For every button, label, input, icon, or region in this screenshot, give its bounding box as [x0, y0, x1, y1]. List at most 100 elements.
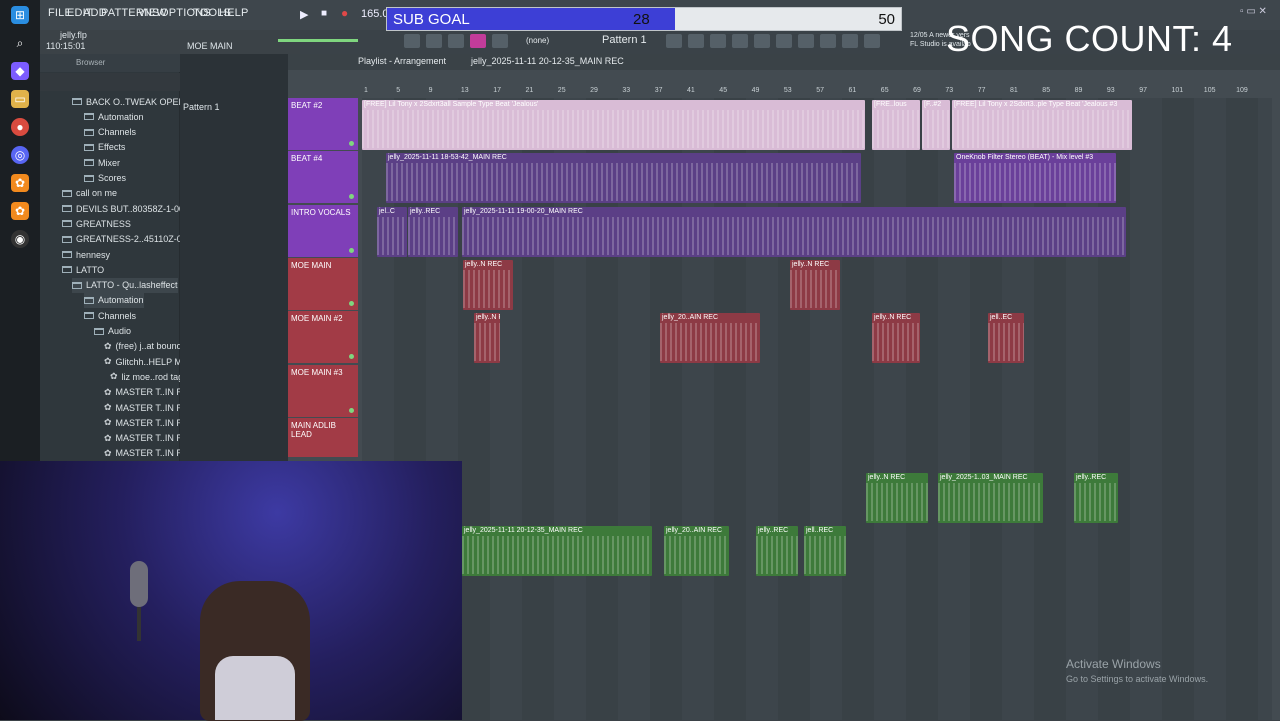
browser-item-label: Scores	[98, 173, 127, 183]
toolbar-button[interactable]	[666, 34, 682, 48]
master-volume-slider[interactable]	[278, 39, 358, 42]
audio-clip[interactable]: [FRE..lous	[872, 100, 920, 150]
toolbar-button[interactable]	[820, 34, 836, 48]
ruler-bar-number: 17	[493, 87, 501, 94]
toolbar-button[interactable]	[426, 34, 442, 48]
track-header[interactable]: BEAT #4	[288, 151, 358, 204]
audio-clip[interactable]: jelly_2025-1..03_MAIN REC	[938, 473, 1043, 524]
track-led-icon[interactable]	[349, 354, 354, 360]
audio-clip[interactable]: [F..#2	[922, 100, 950, 150]
track-led-icon[interactable]	[349, 194, 354, 200]
browser-item[interactable]: Automation	[84, 109, 144, 124]
record-button[interactable]: ●	[341, 6, 348, 20]
discord-icon[interactable]: ◎	[11, 146, 29, 164]
window-controls[interactable]: ▫ ▭ ✕	[1240, 6, 1267, 17]
audio-clip[interactable]: [FREE] Lil Tony x 2Sdxrt3all Sample Type…	[362, 100, 865, 150]
stop-button[interactable]: ■	[321, 8, 327, 19]
obs-icon[interactable]: ◉	[11, 230, 29, 248]
browser-item[interactable]: ✿ liz moe..rod tag	[110, 369, 183, 384]
audio-clip[interactable]: jelly_2025-11-11 19-00-20_MAIN REC	[462, 206, 1126, 257]
track-led-icon[interactable]	[349, 141, 354, 146]
browser-item[interactable]: GREATNESS-2..45110Z-001	[62, 232, 192, 247]
track-header[interactable]: MOE MAIN #2	[288, 311, 358, 364]
pattern-item[interactable]: Pattern 1	[183, 102, 220, 112]
toolbar-button[interactable]	[732, 34, 748, 48]
browser-item[interactable]: LATTO - Qu..lasheffect	[72, 277, 178, 293]
audio-clip[interactable]: jelly..N REC	[866, 473, 928, 524]
toolbar-button[interactable]	[864, 34, 880, 48]
browser-item[interactable]: DEVILS BUT..80358Z-1-001	[62, 201, 189, 216]
audio-clip[interactable]: jelly_2025-11-11 18-53-42_MAIN REC	[386, 153, 861, 204]
browser-item[interactable]: Channels	[84, 125, 136, 140]
audio-clip[interactable]: jel..C	[377, 206, 407, 257]
browser-item[interactable]: call on me	[62, 186, 117, 201]
track-header[interactable]: MOE MAIN	[288, 257, 358, 310]
audio-clip[interactable]: OneKnob Filter Stereo (BEAT) - Mix level…	[954, 153, 1116, 204]
ruler-bar-number: 53	[783, 87, 792, 94]
fl-studio-active-icon[interactable]: ✿	[11, 202, 29, 220]
browser-item[interactable]: Audio	[94, 324, 131, 339]
browser-item[interactable]: ✿ Glitchh..HELP ME	[104, 354, 188, 369]
audio-clip[interactable]: jell..EC	[988, 313, 1024, 364]
toolbar-button[interactable]	[492, 34, 508, 48]
audio-clip[interactable]: jelly..REC	[408, 206, 458, 257]
search-icon[interactable]: ⌕	[11, 34, 29, 52]
audio-clip[interactable]: jell..REC	[804, 526, 846, 577]
toolbar-button[interactable]	[842, 34, 858, 48]
waveform	[377, 216, 407, 255]
toolbar-button[interactable]	[470, 34, 486, 48]
audio-clip[interactable]: [FREE] Lil Tony x 2Sdxrt3..ple Type Beat…	[952, 100, 1132, 150]
windows-start-icon[interactable]: ⊞	[11, 6, 29, 24]
browser-item[interactable]: Mixer	[84, 155, 120, 170]
track-led-icon[interactable]	[349, 300, 354, 306]
track-header[interactable]: MOE MAIN #3	[288, 364, 358, 417]
browser-item[interactable]: Scores	[84, 171, 126, 186]
toolbar-button[interactable]	[798, 34, 814, 48]
folder-icon	[84, 159, 94, 167]
clip-title: jelly..N REC	[465, 260, 503, 268]
audio-clip[interactable]: jelly..REC	[1074, 473, 1118, 524]
microphone	[120, 561, 160, 641]
snap-select[interactable]: (none)	[526, 36, 549, 45]
tempo-display[interactable]: 165.0	[361, 8, 389, 20]
track-header[interactable]: MAIN ADLIB LEAD	[288, 417, 358, 457]
audio-clip[interactable]: jelly_20..AIN REC	[660, 313, 760, 364]
toolbar-button[interactable]	[710, 34, 726, 48]
audio-clip[interactable]: jelly_20..AIN REC	[664, 526, 729, 577]
copilot-icon[interactable]: ◆	[11, 62, 29, 80]
audio-clip[interactable]: jelly..N REC	[790, 259, 840, 310]
fl-studio-icon[interactable]: ✿	[11, 174, 29, 192]
playlist-breadcrumb: jelly_2025-11-11 20-12-35_MAIN REC	[471, 56, 624, 66]
project-time: 110:15:01	[46, 41, 86, 51]
track-header[interactable]: INTRO VOCALS	[288, 204, 358, 257]
play-button[interactable]: ▶	[300, 8, 308, 21]
browser-item[interactable]: BACK O..TWEAK OPEN	[72, 94, 185, 109]
waveform	[408, 216, 458, 255]
chrome-icon[interactable]: ●	[11, 118, 29, 136]
audio-clip[interactable]: jelly..N REC	[872, 313, 920, 364]
sub-goal-label: SUB GOAL	[393, 11, 470, 28]
audio-clip[interactable]: jelly..N REC	[474, 313, 500, 364]
toolbar-button[interactable]	[688, 34, 704, 48]
audio-clip[interactable]: jelly..N REC	[463, 259, 513, 310]
audio-clip[interactable]: jelly..REC	[756, 526, 798, 577]
browser-item[interactable]: hennesy	[62, 247, 110, 262]
browser-item[interactable]: Effects	[84, 140, 125, 155]
waveform	[362, 110, 865, 148]
pattern-select[interactable]: Pattern 1	[602, 34, 658, 48]
file-explorer-icon[interactable]: ▭	[11, 90, 29, 108]
track-led-icon[interactable]	[349, 247, 354, 253]
toolbar-button[interactable]	[404, 34, 420, 48]
browser-item[interactable]: Channels	[84, 308, 136, 323]
browser-item[interactable]: Automation	[84, 292, 144, 308]
toolbar-button[interactable]	[448, 34, 464, 48]
browser-item[interactable]: LATTO	[62, 262, 104, 277]
track-led-icon[interactable]	[349, 407, 354, 413]
browser-item[interactable]: GREATNESS	[62, 216, 131, 231]
toolbar-button[interactable]	[754, 34, 770, 48]
audio-clip[interactable]: jelly_2025-11-11 20-12-35_MAIN REC	[462, 526, 652, 577]
toolbar-button[interactable]	[776, 34, 792, 48]
menu-help[interactable]: HELP	[219, 7, 249, 19]
browser-item[interactable]: ✿ (free) j..at bound	[104, 339, 182, 354]
track-header[interactable]: BEAT #2	[288, 98, 358, 150]
